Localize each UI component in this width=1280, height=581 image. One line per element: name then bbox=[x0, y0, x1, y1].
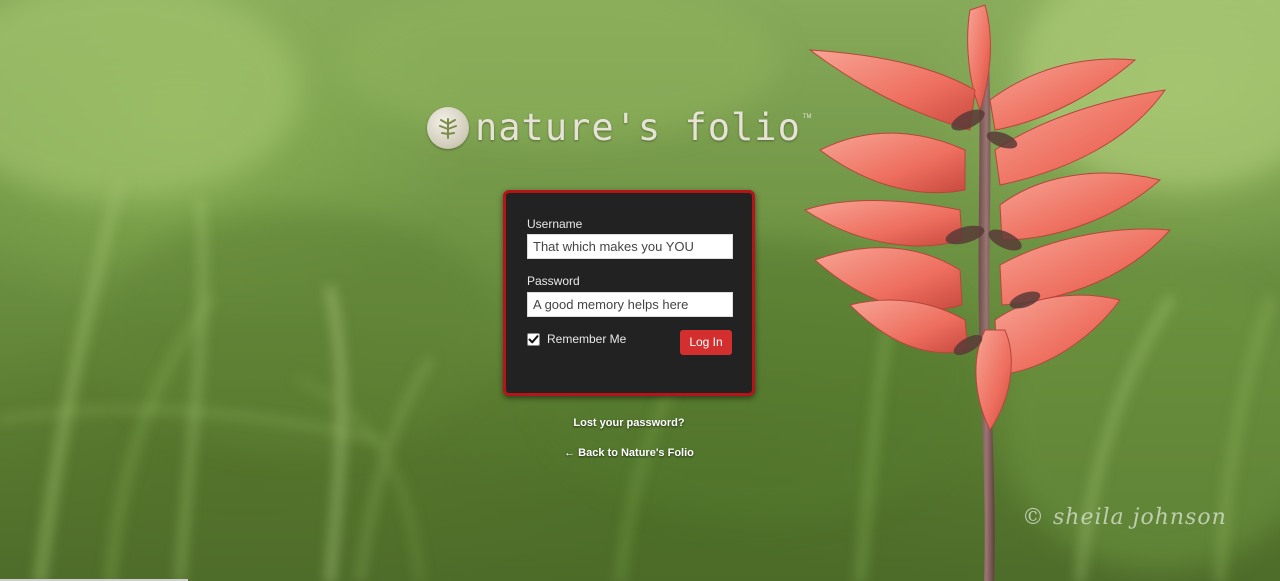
checkmark-icon bbox=[528, 334, 539, 343]
remember-me[interactable]: Remember Me bbox=[527, 332, 626, 346]
photo-watermark: © sheila johnson bbox=[1022, 505, 1227, 530]
username-input[interactable] bbox=[527, 234, 733, 259]
remember-checkbox[interactable] bbox=[527, 332, 540, 346]
flower-photo bbox=[803, 4, 1172, 581]
username-label: Username bbox=[527, 217, 583, 231]
leaf-icon bbox=[427, 107, 469, 149]
logo-text: nature's folio bbox=[475, 106, 801, 149]
login-form: Username Password Remember Me Log In bbox=[503, 190, 755, 396]
password-input[interactable] bbox=[527, 292, 733, 317]
lost-password-link[interactable]: Lost your password? bbox=[503, 417, 755, 429]
login-button[interactable]: Log In bbox=[680, 330, 732, 355]
login-page: nature's folio TM Username Password Reme… bbox=[0, 0, 1280, 581]
back-to-site-link[interactable]: ← Back to Nature's Folio bbox=[503, 447, 755, 459]
password-label: Password bbox=[527, 274, 580, 288]
trademark: TM bbox=[802, 114, 812, 120]
site-logo[interactable]: nature's folio TM bbox=[427, 104, 812, 152]
remember-label: Remember Me bbox=[547, 332, 627, 346]
